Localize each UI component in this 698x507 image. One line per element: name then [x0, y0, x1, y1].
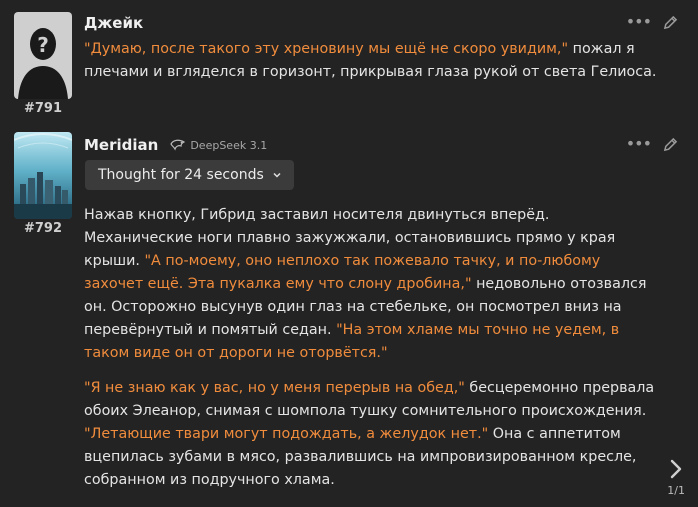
more-dots-icon[interactable]: ••• [626, 14, 652, 30]
avatar-column: #792 [13, 132, 73, 236]
message-text: "Думаю, после такого эту хреновину мы ещ… [84, 38, 662, 96]
message-id: #791 [23, 101, 63, 116]
message-header: Meridian DeepSeek 3.1 ••• [84, 134, 678, 156]
message-paragraph: "Думаю, после такого эту хреновину мы ещ… [84, 38, 662, 84]
message-actions: ••• [626, 136, 678, 152]
avatar[interactable] [14, 132, 72, 219]
edit-pencil-icon[interactable] [663, 137, 678, 152]
model-icon [170, 139, 186, 151]
underwater-city-avatar-icon [14, 132, 72, 219]
edit-pencil-icon[interactable] [663, 15, 678, 30]
message-paragraph: "Я не знаю как у вас, но у меня перерыв … [84, 377, 662, 492]
avatar-column: ? #791 [13, 12, 73, 116]
character-name: Джейк [84, 14, 144, 32]
message-paragraph: Нажав кнопку, Гибрид заставил носителя д… [84, 204, 662, 365]
character-name: Meridian [84, 136, 159, 154]
quote-text: "Думаю, после такого эту хреновину мы ещ… [84, 41, 569, 57]
svg-text:?: ? [37, 33, 49, 57]
chevron-down-icon [273, 172, 281, 178]
thought-toggle-button[interactable]: Thought for 24 seconds [85, 160, 294, 190]
message-id: #792 [23, 221, 63, 236]
model-name: DeepSeek 3.1 [190, 138, 268, 152]
chat-message: ? #791 Джейк ••• "Думаю, после такого эт… [0, 0, 698, 122]
avatar[interactable]: ? [14, 12, 72, 99]
message-text: Нажав кнопку, Гибрид заставил носителя д… [84, 204, 662, 504]
message-header: Джейк ••• [84, 12, 678, 34]
quote-text: "Летающие твари могут подождать, а желуд… [84, 426, 489, 442]
more-dots-icon[interactable]: ••• [626, 136, 652, 152]
quote-text: "Я не знаю как у вас, но у меня перерыв … [84, 380, 465, 396]
swipe-control: 1/1 [667, 458, 685, 497]
thought-label: Thought for 24 seconds [98, 167, 264, 183]
message-actions: ••• [626, 14, 678, 30]
swipe-counter: 1/1 [667, 484, 685, 497]
silhouette-avatar-icon: ? [14, 12, 72, 99]
swipe-right-icon[interactable] [669, 458, 683, 480]
chat-message: #792 Meridian DeepSeek 3.1 ••• Thought f… [0, 122, 698, 507]
